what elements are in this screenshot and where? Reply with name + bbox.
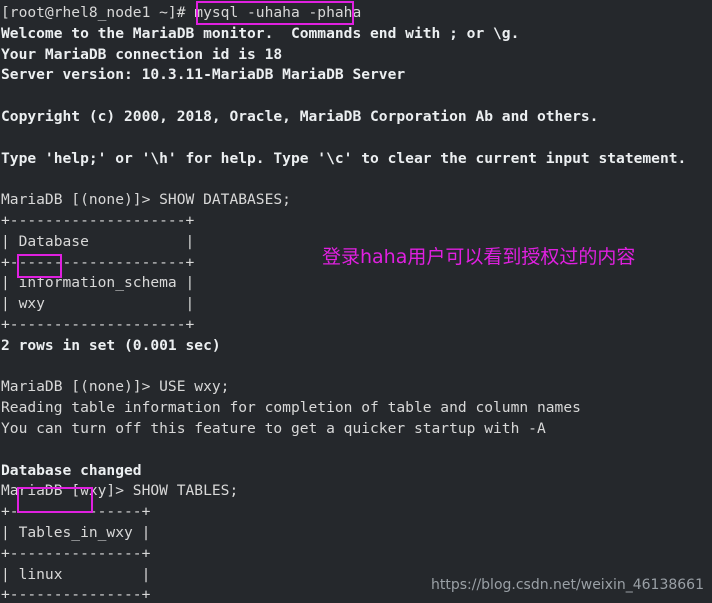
terminal-line: +---------------+	[1, 503, 151, 521]
watermark-url: https://blog.csdn.net/weixin_46138661	[430, 577, 704, 593]
annotation-text: 登录haha用户可以看到授权过的内容	[322, 246, 636, 268]
terminal-line: [root@rhel8_node1 ~]# mysql -uhaha -phah…	[1, 4, 362, 21]
terminal-line: Database changed	[1, 461, 142, 479]
terminal-line: Reading table information for completion…	[1, 399, 581, 417]
terminal-output[interactable]: [root@rhel8_node1 ~]# mysql -uhaha -phah…	[0, 0, 712, 603]
terminal-line: +--------------------+	[1, 211, 195, 229]
terminal-line: | wxy |	[1, 295, 195, 313]
terminal-line: +---------------+	[1, 544, 151, 562]
terminal-line: Copyright (c) 2000, 2018, Oracle, MariaD…	[1, 107, 599, 125]
terminal-line: MariaDB [wxy]> SHOW TABLES;	[1, 482, 239, 500]
terminal-line: Type 'help;' or '\h' for help. Type '\c'…	[1, 149, 687, 167]
terminal-screenshot: [root@rhel8_node1 ~]# mysql -uhaha -phah…	[0, 0, 712, 603]
terminal-line: MariaDB [(none)]> SHOW DATABASES;	[1, 191, 291, 209]
terminal-line: Welcome to the MariaDB monitor. Commands…	[1, 24, 520, 42]
terminal-line: MariaDB [(none)]> USE wxy;	[1, 378, 230, 396]
terminal-line: Your MariaDB connection id is 18	[1, 45, 283, 63]
terminal-line: 2 rows in set (0.001 sec)	[1, 336, 221, 354]
terminal-line: | Tables_in_wxy |	[1, 523, 151, 541]
terminal-line: Server version: 10.3.11-MariaDB MariaDB …	[1, 66, 406, 84]
terminal-line: | information_schema |	[1, 274, 195, 292]
terminal-line: You can turn off this feature to get a q…	[1, 419, 546, 437]
terminal-line: +--------------------+	[1, 315, 195, 333]
